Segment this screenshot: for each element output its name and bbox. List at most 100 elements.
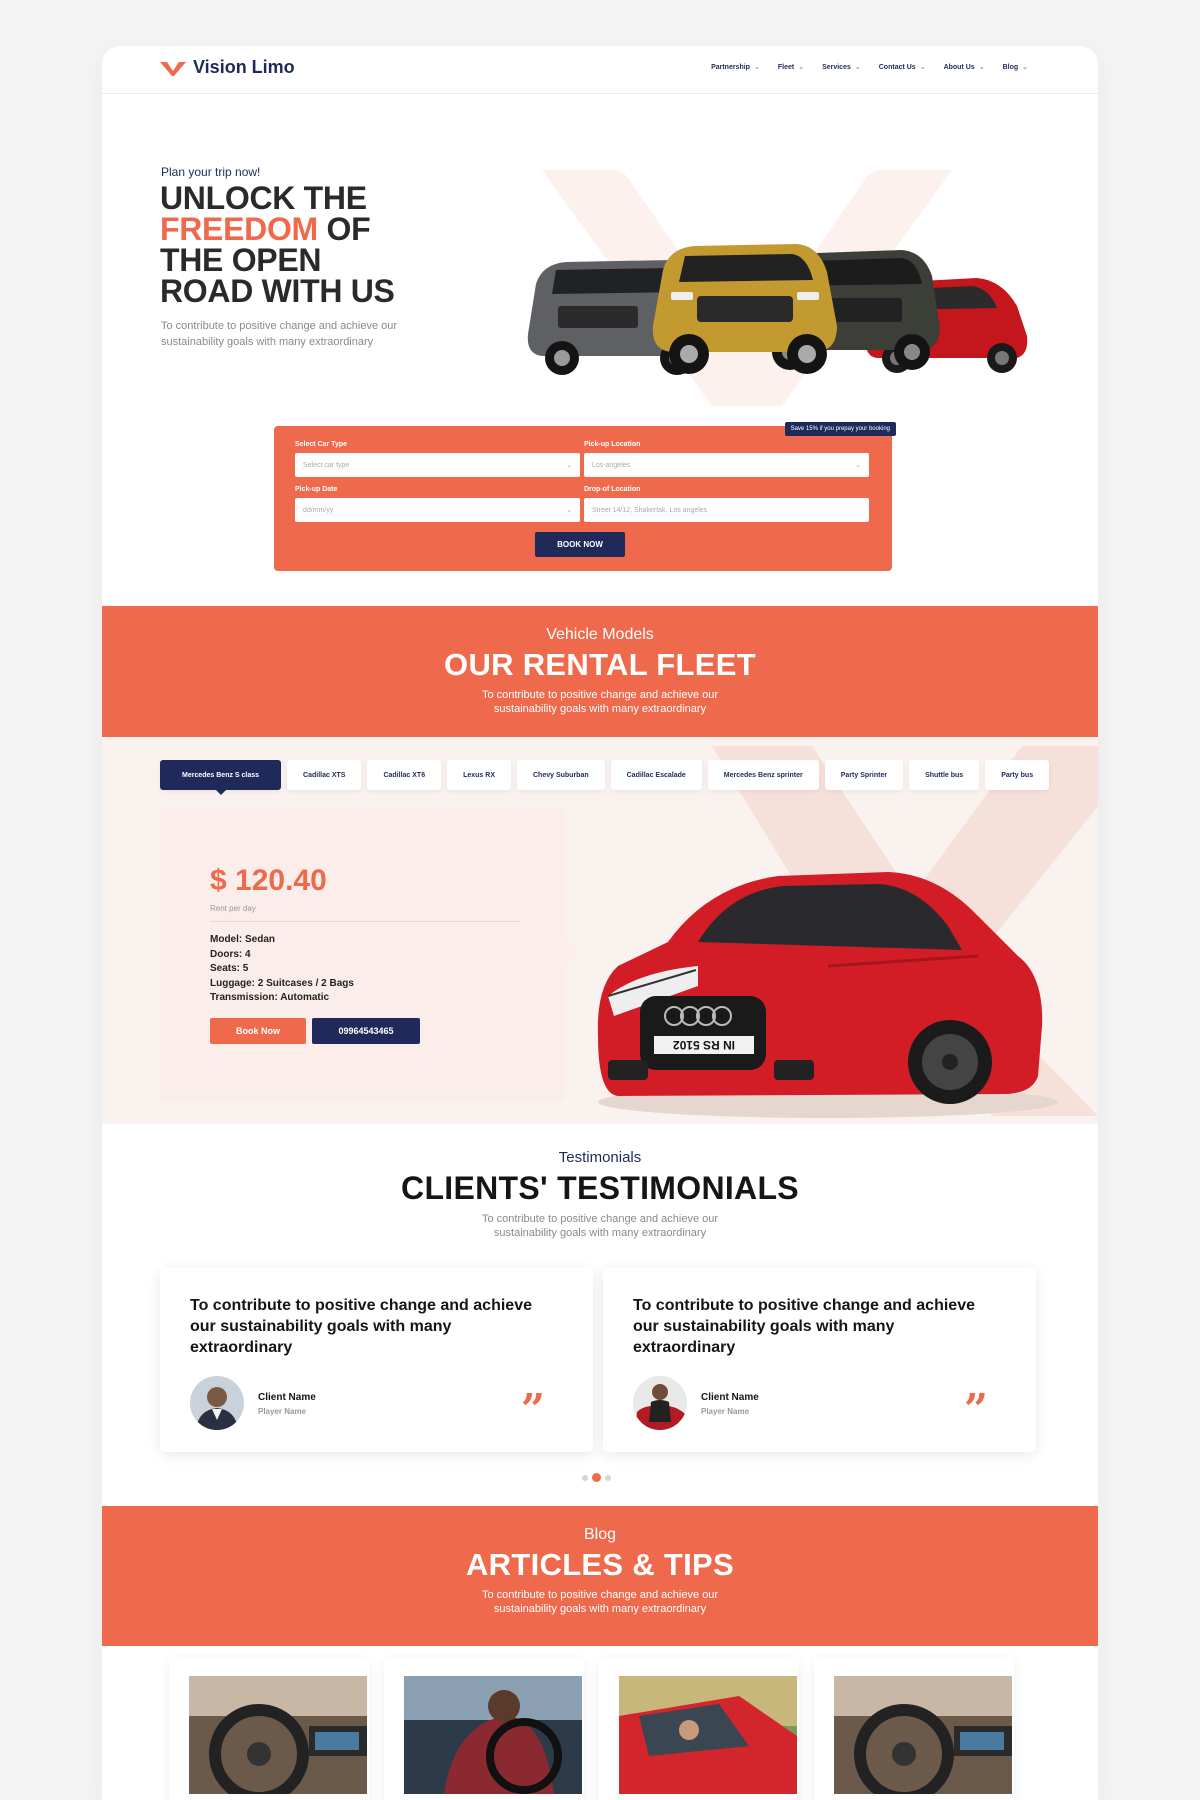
nav-about-us[interactable]: About Us ⌄ — [943, 63, 985, 72]
promo-badge: Save 15% if you prepay your booking — [784, 422, 896, 436]
chevron-down-icon: ⌄ — [919, 64, 926, 71]
dropoff-location-placeholder: Street 14/12, Shakertak, Los angeles — [592, 506, 708, 514]
testimonial-quote: To contribute to positive change and ach… — [633, 1297, 975, 1356]
article-card[interactable] — [384, 1658, 584, 1800]
spec-item: Seats: 5 — [210, 963, 249, 974]
article-card[interactable] — [599, 1658, 799, 1800]
avatar — [190, 1376, 244, 1430]
carousel-dot[interactable] — [605, 1474, 611, 1481]
vehicle-spec-card: $ 120.40 Rent per day Model: Sedan Doors… — [160, 808, 579, 1101]
fleet-subtitle: To contribute to positive change and ach… — [481, 689, 719, 715]
spec-item: Transmission: Automatic — [210, 992, 330, 1003]
phone-button[interactable]: 09964543465 — [312, 1018, 420, 1044]
logo-icon — [160, 61, 186, 76]
hero-subtitle: To contribute to positive change and ach… — [161, 320, 398, 348]
chevron-down-icon: ⌄ — [566, 462, 572, 469]
hero-title-line: THE OPEN — [160, 242, 322, 278]
client-role: Player Name — [701, 1407, 750, 1416]
pickup-date-placeholder: dd/mm/yy — [303, 506, 334, 514]
chevron-down-icon: ⌄ — [1022, 64, 1028, 71]
chevron-down-icon: ⌄ — [753, 64, 760, 71]
tab-shuttle-bus[interactable]: Shuttle bus — [909, 760, 980, 790]
article-image — [619, 1676, 797, 1794]
hero-title: UNLOCK THE FREEDOM OF THE OPEN ROAD WITH… — [160, 180, 490, 309]
quote-icon: ” — [520, 1385, 545, 1434]
tab-cadillac-xts[interactable]: Cadillac XTS — [287, 760, 362, 790]
nav-blog[interactable]: Blog ⌄ — [1002, 63, 1028, 72]
tab-lexus-rx[interactable]: Lexus RX — [447, 760, 511, 790]
fleet-banner: Vehicle Models OUR RENTAL FLEET To contr… — [102, 606, 1098, 737]
chevron-down-icon: ⌄ — [566, 507, 572, 514]
testimonial-quote: To contribute to positive change and ach… — [190, 1297, 532, 1356]
nav-services[interactable]: Services ⌄ — [822, 63, 861, 72]
chevron-down-icon: ⌄ — [978, 64, 985, 71]
tab-party-sprinter[interactable]: Party Sprinter — [824, 760, 904, 790]
tab-mercedes-benz-sprinter[interactable]: Mercedes Benz sprinter — [707, 760, 819, 790]
yellow-suv — [652, 244, 837, 374]
fleet-tabs: Mercedes Benz S class Cadillac XTS Cadil… — [160, 760, 1050, 795]
hero-title-line: UNLOCK THE — [160, 180, 367, 216]
price-note: Rent per day — [210, 904, 256, 913]
carousel-dots — [582, 1473, 611, 1482]
fleet-eyebrow: Vehicle Models — [546, 626, 654, 643]
pickup-location-select[interactable]: Los-angeles ⌄ — [584, 453, 869, 477]
testimonials-eyebrow: Testimonials — [558, 1149, 642, 1166]
nav-partnership[interactable]: Partnership ⌄ — [711, 63, 760, 72]
pickup-location-value: Los-angeles — [592, 461, 631, 469]
booking-form: Save 15% if you prepay your booking Sele… — [274, 422, 896, 571]
dropoff-location-label: Drop-of Location — [584, 486, 641, 493]
testimonials-header: Testimonials CLIENTS' TESTIMONIALS To co… — [102, 1149, 1098, 1240]
blog-subtitle: To contribute to positive change and ach… — [481, 1589, 719, 1615]
price: $ 120.40 — [210, 864, 327, 897]
pickup-date-input[interactable]: dd/mm/yy ⌄ — [295, 498, 580, 522]
tab-chevy-suburban[interactable]: Chevy Suburban — [517, 760, 605, 790]
hero-cars-image — [527, 244, 1028, 375]
carousel-dot[interactable] — [582, 1474, 588, 1481]
tab-cadillac-escalade[interactable]: Cadillac Escalade — [610, 760, 702, 790]
article-image — [404, 1676, 582, 1794]
fleet-title: OUR RENTAL FLEET — [444, 647, 756, 682]
testimonials-title: CLIENTS' TESTIMONIALS — [401, 1170, 799, 1206]
car-type-label: Select Car Type — [295, 441, 348, 448]
blog-eyebrow: Blog — [583, 1526, 617, 1543]
logo[interactable]: Vision Limo — [159, 57, 295, 78]
nav-label: About Us — [943, 63, 975, 71]
spec-item: Doors: 4 — [210, 948, 251, 960]
nav-label: Blog — [1002, 63, 1019, 71]
book-now-vehicle-button[interactable]: Book Now — [210, 1018, 306, 1044]
nav-fleet[interactable]: Fleet ⌄ — [778, 63, 805, 72]
red-coupe-image: IN RS 5102 — [597, 872, 1058, 1118]
article-card[interactable] — [814, 1658, 1014, 1800]
testimonials-subtitle: To contribute to positive change and ach… — [481, 1213, 719, 1239]
pickup-location-label: Pick-up Location — [584, 441, 641, 448]
tab-party-bus[interactable]: Party bus — [985, 760, 1050, 790]
avatar — [633, 1376, 687, 1430]
site-header: Vision Limo Partnership ⌄ Fleet ⌄ Services… — [102, 46, 1098, 94]
article-image — [189, 1676, 367, 1794]
testimonial-card: To contribute to positive change and ach… — [160, 1268, 593, 1452]
license-plate-text: IN RS 5102 — [673, 1038, 735, 1052]
testimonial-card: To contribute to positive change and ach… — [603, 1268, 1036, 1452]
carousel-dot-active[interactable] — [592, 1473, 601, 1482]
book-now-button[interactable]: BOOK NOW — [535, 532, 625, 557]
hero-eyebrow: Plan your trip now! — [161, 165, 261, 179]
divider — [210, 921, 520, 922]
spec-item: Model: Sedan — [210, 934, 276, 945]
car-type-select[interactable]: Select car type ⌄ — [295, 453, 580, 477]
dropoff-location-input[interactable]: Street 14/12, Shakertak, Los angeles — [584, 498, 869, 522]
article-image — [834, 1676, 1012, 1794]
tab-mercedes-benz-s-class[interactable]: Mercedes Benz S class — [160, 760, 282, 795]
blog-title: ARTICLES & TIPS — [465, 1547, 734, 1582]
main-nav: Partnership ⌄ Fleet ⌄ Services ⌄ Contact Us… — [711, 63, 1028, 72]
nav-label: Services — [822, 63, 851, 71]
chevron-down-icon: ⌄ — [854, 64, 861, 71]
article-card[interactable] — [169, 1658, 369, 1800]
pickup-date-label: Pick-up Date — [295, 486, 338, 493]
nav-label: Contact Us — [878, 63, 916, 71]
tab-cadillac-xt6[interactable]: Cadillac XT6 — [367, 760, 442, 790]
nav-contact-us[interactable]: Contact Us ⌄ — [878, 63, 926, 72]
hero-title-line: ROAD WITH US — [160, 273, 395, 309]
page-frame: Vision Limo Partnership ⌄ Fleet ⌄ Services… — [102, 46, 1098, 1800]
client-name: Client Name — [701, 1392, 759, 1403]
chevron-down-icon: ⌄ — [798, 64, 805, 71]
